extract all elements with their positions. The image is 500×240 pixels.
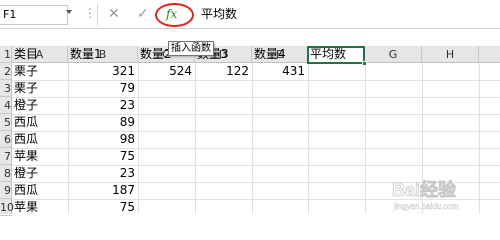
highlight-ring — [155, 3, 194, 27]
cell-e1[interactable]: 数量4 — [254, 46, 286, 63]
divider — [97, 4, 98, 26]
cell-b8[interactable]: 23 — [68, 165, 138, 182]
gridline — [138, 63, 139, 214]
cell-a3[interactable]: 栗子 — [14, 80, 38, 97]
enter-icon[interactable]: ✓ — [137, 4, 149, 24]
cell-a5[interactable]: 西瓜 — [14, 114, 38, 131]
cell-b4[interactable]: 23 — [68, 97, 138, 114]
row-header[interactable]: 6 — [0, 131, 12, 148]
formula-input[interactable]: 平均数 — [197, 5, 500, 25]
cell-a7[interactable]: 苹果 — [14, 148, 38, 165]
cell-c1[interactable]: 数量2 — [140, 46, 172, 63]
svg-text:jingyan.baidu.com: jingyan.baidu.com — [393, 202, 459, 211]
column-header-h[interactable]: H — [422, 46, 479, 63]
more-options-icon[interactable]: ⋮ — [84, 6, 96, 20]
row-header[interactable]: 7 — [0, 148, 12, 165]
cell-a1[interactable]: 类目 — [14, 46, 38, 63]
gridline — [252, 63, 253, 214]
cell-b3[interactable]: 79 — [68, 80, 138, 97]
cell-d2[interactable]: 122 — [195, 63, 252, 80]
cell-b10[interactable]: 75 — [68, 199, 138, 216]
insert-function-tooltip: 插入函数 — [168, 41, 214, 56]
cell-b1[interactable]: 数量1 — [70, 46, 102, 63]
row-header[interactable]: 5 — [0, 114, 12, 131]
gridline — [195, 63, 196, 214]
cell-a9[interactable]: 西瓜 — [14, 182, 38, 199]
cell-b2[interactable]: 321 — [68, 63, 138, 80]
row-header-bar: 1 2 3 4 5 6 7 8 9 10 — [0, 48, 14, 216]
row-header[interactable]: 4 — [0, 97, 12, 114]
name-box[interactable]: F1 — [0, 5, 68, 25]
svg-text:Bai经验: Bai经验 — [392, 179, 457, 200]
row-header[interactable]: 3 — [0, 80, 12, 97]
cell-c2[interactable]: 524 — [138, 63, 195, 80]
cell-a8[interactable]: 橙子 — [14, 165, 38, 182]
gridline — [308, 63, 309, 214]
cell-e2[interactable]: 431 — [252, 63, 308, 80]
cell-b7[interactable]: 75 — [68, 148, 138, 165]
cancel-icon[interactable]: ✕ — [108, 4, 120, 24]
baidu-jingyan-watermark: Bai经验 jingyan.baidu.com — [392, 179, 459, 212]
row-header[interactable]: 8 — [0, 165, 12, 182]
chevron-down-icon[interactable] — [66, 10, 72, 14]
gridline — [365, 63, 366, 214]
fill-handle[interactable] — [362, 61, 367, 66]
cell-a4[interactable]: 橙子 — [14, 97, 38, 114]
column-header-g[interactable]: G — [365, 46, 422, 63]
cell-b9[interactable]: 187 — [68, 182, 138, 199]
cell-a10[interactable]: 苹果 — [14, 199, 38, 216]
cell-b6[interactable]: 98 — [68, 131, 138, 148]
row-header[interactable]: 1 — [0, 46, 12, 63]
cell-a6[interactable]: 西瓜 — [14, 131, 38, 148]
cell-f1[interactable]: 平均数 — [310, 46, 346, 63]
row-header[interactable]: 9 — [0, 182, 12, 199]
row-header[interactable]: 10 — [0, 199, 14, 216]
cell-b5[interactable]: 89 — [68, 114, 138, 131]
cell-a2[interactable]: 栗子 — [14, 63, 38, 80]
row-header[interactable]: 2 — [0, 63, 12, 80]
